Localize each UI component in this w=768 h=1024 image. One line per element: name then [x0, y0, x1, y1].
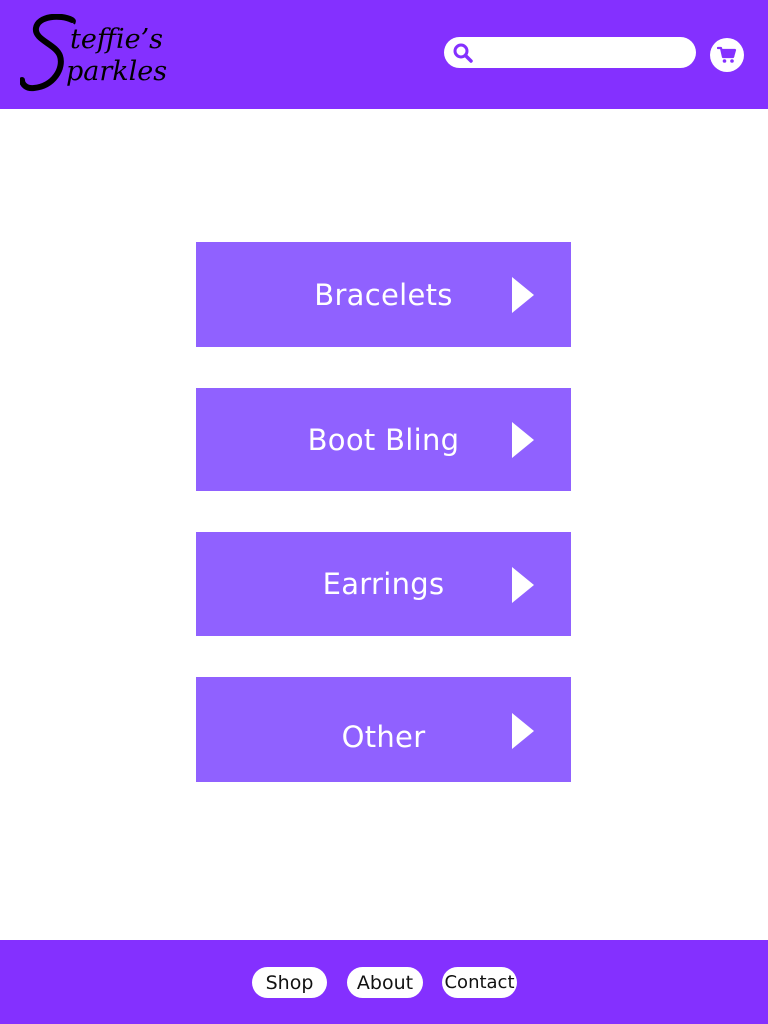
page: teffie’s parkles Bracelets Boot Bling Ea…	[0, 0, 768, 1024]
svg-text:parkles: parkles	[66, 56, 167, 87]
search-icon[interactable]	[453, 43, 473, 63]
footer-shop-link[interactable]: Shop	[252, 967, 327, 998]
search-input[interactable]	[480, 41, 686, 64]
logo-wordmark: teffie’s parkles	[20, 14, 167, 92]
play-arrow-icon	[512, 422, 534, 458]
category-bracelets-button[interactable]: Bracelets	[196, 242, 571, 347]
category-boot-bling-button[interactable]: Boot Bling	[196, 388, 571, 491]
svg-text:teffie’s: teffie’s	[70, 24, 163, 55]
play-arrow-icon	[512, 713, 534, 749]
brand-logo[interactable]: teffie’s parkles	[20, 14, 192, 94]
play-arrow-icon	[512, 277, 534, 313]
footer-contact-link[interactable]: Contact	[442, 967, 517, 998]
category-earrings-button[interactable]: Earrings	[196, 532, 571, 636]
category-other-button[interactable]: Other	[196, 677, 571, 782]
footer-about-link[interactable]: About	[347, 967, 423, 998]
footer-bar: Shop About Contact	[0, 940, 768, 1024]
cart-button[interactable]	[710, 38, 744, 72]
cart-icon	[716, 46, 737, 64]
play-arrow-icon	[512, 567, 534, 603]
header-bar: teffie’s parkles	[0, 0, 768, 109]
search-bar	[444, 37, 696, 68]
